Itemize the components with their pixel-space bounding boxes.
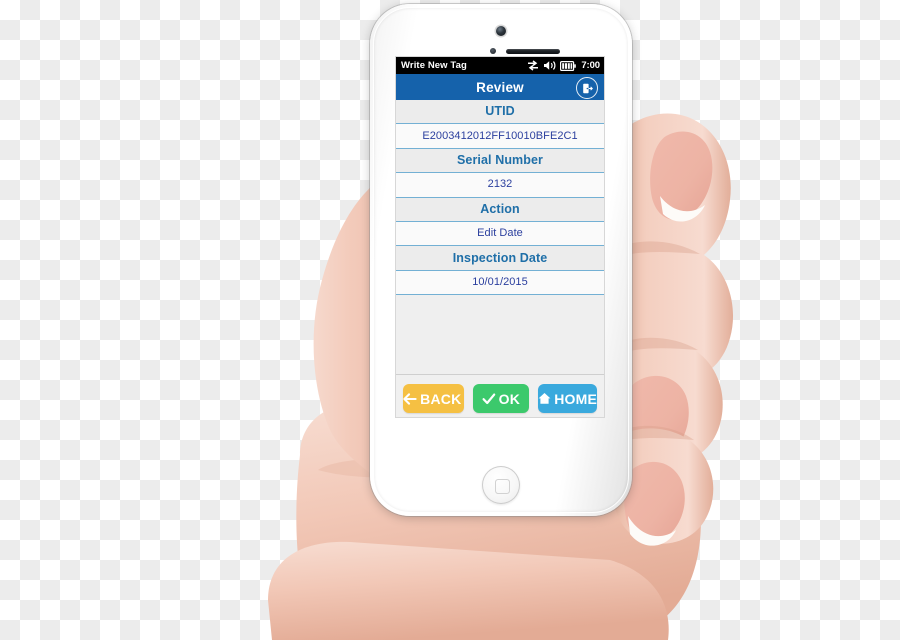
little-nail-tip	[628, 516, 676, 546]
review-field-table: UTID E2003412012FF10010BFE2C1 Serial Num…	[396, 100, 604, 376]
field-label: Serial Number	[456, 153, 544, 168]
status-bar-app-title: Write New Tag	[401, 60, 467, 71]
field-value: 10/01/2015	[472, 275, 528, 288]
action-button-bar: BACK OK HOME	[396, 375, 604, 414]
physical-home-button[interactable]	[482, 466, 520, 504]
ok-button[interactable]: OK	[472, 384, 530, 414]
app-title-bar: Review	[396, 74, 604, 100]
arrow-left-icon	[403, 392, 417, 405]
table-row: Serial Number	[396, 148, 604, 174]
status-bar: Write New Tag 7:00	[396, 57, 604, 74]
back-button[interactable]: BACK	[403, 384, 464, 414]
smartphone-device: Write New Tag 7:00 Review UTID E20034120…	[370, 4, 632, 516]
field-label: Inspection Date	[452, 250, 548, 265]
field-label: Action	[480, 202, 520, 216]
table-row: Edit Date	[396, 221, 604, 247]
ok-button-label: OK	[498, 390, 521, 407]
table-empty-area	[396, 295, 604, 376]
ring-nail	[624, 375, 689, 462]
earpiece-speaker	[506, 49, 560, 54]
field-value: Edit Date	[477, 227, 523, 240]
home-button[interactable]: HOME	[538, 384, 597, 414]
back-button-label: BACK	[420, 390, 462, 407]
battery-icon	[560, 60, 577, 71]
index-finger	[619, 113, 731, 270]
phone-screen: Write New Tag 7:00 Review UTID E20034120…	[396, 57, 604, 417]
data-transfer-icon	[527, 60, 539, 71]
field-value: 2132	[487, 178, 513, 191]
home-button-label: HOME	[554, 390, 597, 407]
check-icon	[482, 393, 495, 404]
field-value: E2003412012FF10010BFE2C1	[422, 129, 578, 142]
table-row: E2003412012FF10010BFE2C1	[396, 124, 604, 149]
logout-icon[interactable]	[576, 77, 598, 99]
field-label: UTID	[485, 104, 515, 119]
index-nail	[650, 131, 713, 220]
little-nail	[624, 461, 685, 543]
table-row: 10/01/2015	[396, 270, 604, 296]
table-row: Action	[396, 197, 604, 222]
status-bar-clock: 7:00	[581, 60, 600, 71]
table-row: Inspection Date	[396, 246, 604, 271]
front-camera-icon	[496, 26, 506, 36]
page-title: Review	[476, 79, 524, 95]
middle-finger	[618, 242, 734, 381]
proximity-sensor-icon	[490, 48, 496, 54]
home-button-square-icon	[494, 478, 510, 494]
forearm	[268, 541, 669, 640]
table-row: 2132	[396, 173, 604, 198]
speaker-mute-icon	[543, 60, 556, 71]
ring-nail-tip	[628, 432, 680, 463]
table-row: UTID	[396, 100, 604, 125]
index-nail-tip	[660, 196, 705, 222]
house-icon	[538, 393, 551, 404]
